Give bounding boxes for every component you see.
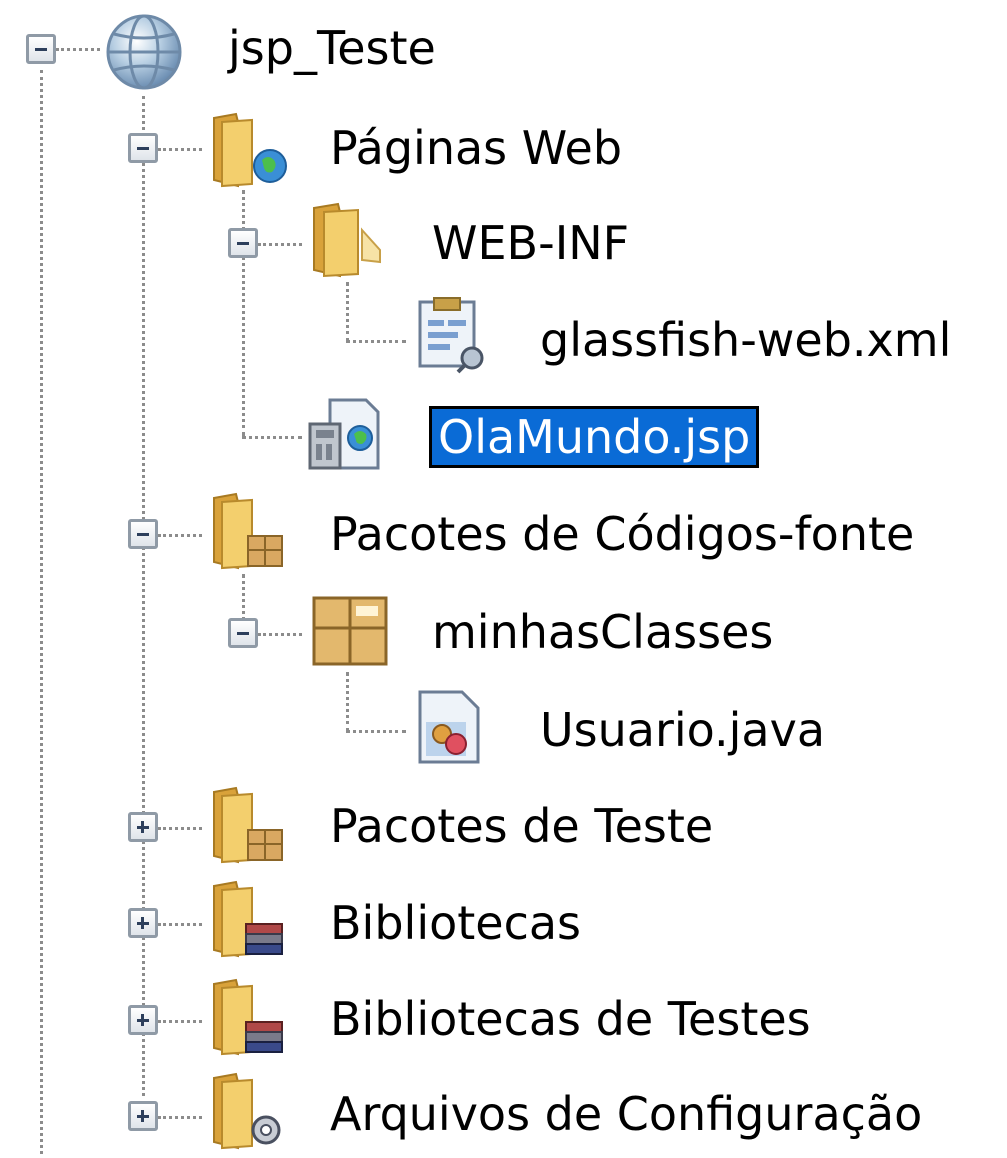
tree-connector (346, 282, 349, 342)
java-file-icon (412, 688, 492, 772)
node-label-pacotes-teste[interactable]: Pacotes de Teste (330, 798, 713, 854)
tree-connector (258, 243, 302, 246)
jsp-file-icon (304, 394, 384, 478)
web-folder-icon (208, 110, 292, 194)
tree-connector (346, 730, 406, 733)
test-packages-folder-icon (208, 784, 292, 872)
node-label-minhas-classes[interactable]: minhasClasses (432, 604, 773, 660)
globe-project-icon (104, 12, 184, 96)
tree-connector (40, 70, 43, 1154)
tree-connector (158, 1116, 202, 1119)
node-label-web-inf[interactable]: WEB-INF (432, 215, 629, 271)
node-label-pacotes-codigos-fonte[interactable]: Pacotes de Códigos-fonte (330, 506, 914, 562)
expand-toggle-bibliotecas-testes[interactable] (128, 1005, 158, 1035)
node-label-bibliotecas[interactable]: Bibliotecas (330, 895, 581, 951)
node-label-bibliotecas-testes[interactable]: Bibliotecas de Testes (330, 991, 811, 1047)
tree-connector (158, 1020, 202, 1023)
tree-connector (346, 340, 406, 343)
collapse-toggle-jsp-teste[interactable] (26, 34, 56, 64)
expand-toggle-pacotes-teste[interactable] (128, 812, 158, 842)
collapse-toggle-minhas-classes[interactable] (228, 618, 258, 648)
node-label-arquivos-config[interactable]: Arquivos de Configuração (330, 1086, 922, 1142)
tree-connector (242, 190, 245, 436)
tree-connector (158, 534, 202, 537)
folder-icon (306, 200, 390, 284)
tree-connector (158, 827, 202, 830)
node-label-glassfish-web-xml[interactable]: glassfish-web.xml (540, 312, 951, 368)
source-packages-folder-icon (208, 490, 292, 578)
node-label-olamundo-jsp[interactable]: OlaMundo.jsp (428, 406, 760, 468)
libraries-folder-icon (208, 878, 292, 966)
expand-toggle-arquivos-config[interactable] (128, 1101, 158, 1131)
tree-connector (142, 96, 145, 1096)
node-label-jsp-teste[interactable]: jsp_Teste (228, 20, 436, 76)
tree-connector (56, 48, 100, 51)
collapse-toggle-paginas-web[interactable] (128, 133, 158, 163)
package-icon (308, 592, 392, 676)
tree-connector (346, 672, 349, 732)
tree-connector (158, 923, 202, 926)
node-label-usuario-java[interactable]: Usuario.java (540, 702, 825, 758)
tree-connector (258, 633, 302, 636)
collapse-toggle-pacotes-codigos-fonte[interactable] (128, 519, 158, 549)
tree-connector (242, 436, 302, 439)
expand-toggle-bibliotecas[interactable] (128, 908, 158, 938)
test-libraries-folder-icon (208, 976, 292, 1064)
config-files-folder-icon (208, 1070, 292, 1158)
collapse-toggle-web-inf[interactable] (228, 228, 258, 258)
tree-connector (158, 148, 202, 151)
xml-config-file-icon (412, 296, 492, 380)
node-label-paginas-web[interactable]: Páginas Web (330, 120, 622, 176)
